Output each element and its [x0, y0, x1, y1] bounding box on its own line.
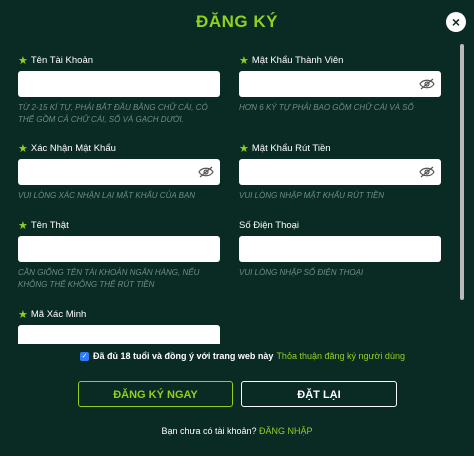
agreement-row: ✓ Đã đủ 18 tuổi và đồng ý với trang web …: [80, 351, 405, 361]
close-icon[interactable]: ×: [446, 12, 466, 32]
confirm-password-hint: Vui lòng xác nhận lại mật khẩu của bạn: [18, 191, 196, 200]
register-button[interactable]: ĐĂNG KÝ NGAY: [78, 381, 233, 407]
username-field-group: ★ Tên Tài Khoản Từ 2-15 kí tự, phải bắt đ…: [18, 54, 220, 126]
scrollbar[interactable]: [460, 44, 464, 300]
star-icon: ★: [239, 142, 249, 155]
footer: Bạn chưa có tài khoản? ĐĂNG NHẬP: [0, 426, 474, 436]
username-hint: Từ 2-15 kí tự, phải bắt đầu bằng chữ cái…: [18, 103, 208, 124]
phone-field-group: Số Điện Thoại Vui lòng nhập số điện thoạ…: [239, 219, 441, 279]
withdraw-password-input[interactable]: [239, 159, 441, 185]
page-title: ĐĂNG KÝ: [196, 12, 278, 31]
star-icon: ★: [18, 142, 28, 155]
real-name-field-group: ★ Tên Thật Cần giống tên tài khoản ngân h…: [18, 219, 220, 291]
agreement-text: Đã đủ 18 tuổi và đồng ý với trang web nà…: [93, 351, 274, 361]
reset-button[interactable]: ĐẶT LẠI: [241, 381, 397, 407]
agreement-checkbox[interactable]: ✓: [80, 351, 89, 361]
username-input[interactable]: [18, 71, 220, 97]
form-scroll-area: ★ Tên Tài Khoản Từ 2-15 kí tự, phải bắt đ…: [0, 44, 474, 344]
login-link[interactable]: ĐĂNG NHẬP: [259, 426, 313, 436]
password-label: Mật Khẩu Thành Viên: [251, 54, 344, 66]
eye-off-icon[interactable]: [419, 78, 435, 90]
footer-text: Bạn chưa có tài khoản?: [161, 426, 257, 436]
confirm-password-label: Xác Nhận Mật Khẩu: [30, 142, 116, 154]
captcha-label: Mã Xác Minh: [30, 308, 87, 320]
username-label: Tên Tài Khoản: [30, 54, 94, 66]
star-icon: ★: [18, 219, 28, 232]
real-name-label: Tên Thật: [30, 219, 69, 231]
password-input[interactable]: [239, 71, 441, 97]
star-icon: ★: [18, 308, 28, 321]
eye-off-icon[interactable]: [198, 166, 214, 178]
agreement-link[interactable]: Thỏa thuận đăng ký người dùng: [276, 351, 405, 361]
withdraw-password-label: Mật Khẩu Rút Tiền: [251, 142, 331, 154]
star-icon: ★: [18, 54, 28, 67]
withdraw-password-hint: Vui lòng nhập mật khẩu rút tiền: [239, 191, 385, 200]
star-icon: ★: [239, 54, 249, 67]
eye-off-icon[interactable]: [419, 166, 435, 178]
confirm-password-field-group: ★ Xác Nhận Mật Khẩu Vui lòng xác nhận lại…: [18, 142, 220, 202]
phone-input[interactable]: [239, 236, 441, 262]
real-name-input[interactable]: [18, 236, 220, 262]
confirm-password-input[interactable]: [18, 159, 220, 185]
phone-hint: Vui lòng nhập số điện thoại: [239, 268, 364, 277]
real-name-hint: Cần giống tên tài khoản ngân hàng, nếu k…: [18, 268, 200, 289]
password-hint: Hơn 6 ký tự phải bao gồm chữ cái và số: [239, 103, 414, 112]
captcha-input[interactable]: [18, 325, 220, 344]
phone-label: Số Điện Thoại: [239, 219, 300, 231]
withdraw-password-field-group: ★ Mật Khẩu Rút Tiền Vui lòng nhập mật khẩ…: [239, 142, 441, 202]
password-field-group: ★ Mật Khẩu Thành Viên Hơn 6 ký tự phải ba…: [239, 54, 441, 114]
captcha-field-group: ★ Mã Xác Minh: [18, 308, 220, 344]
